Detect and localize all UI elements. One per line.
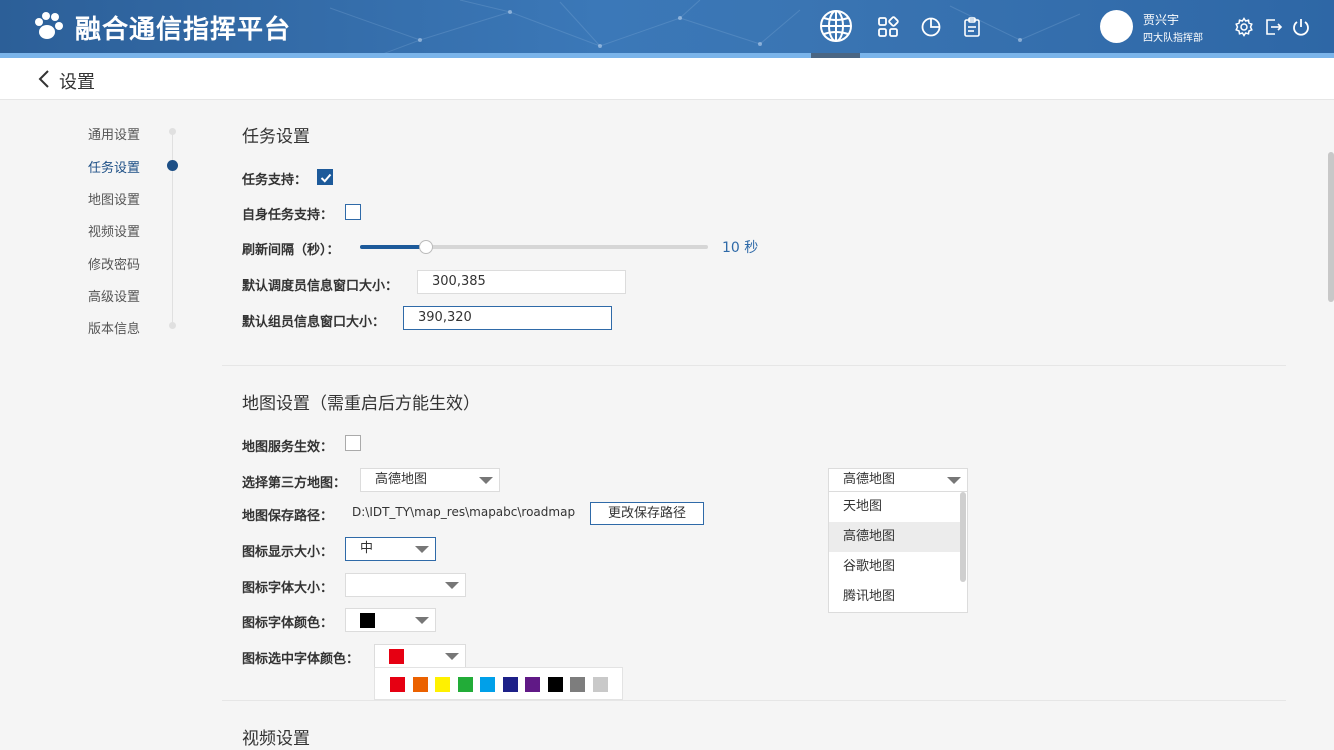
slider-fill <box>360 245 427 249</box>
refresh-interval-value: 10 秒 <box>722 240 759 256</box>
sidebar-item-advanced[interactable]: 高级设置 <box>88 286 140 305</box>
page-scrollbar[interactable] <box>1328 152 1334 302</box>
icon-font-size-select[interactable] <box>345 573 466 597</box>
palette-color-swatch[interactable] <box>570 677 585 692</box>
sidebar-item-version[interactable]: 版本信息 <box>88 318 140 337</box>
power-icon[interactable] <box>1286 12 1316 42</box>
icon-size-select[interactable]: 中 <box>345 537 436 561</box>
checkmark-icon <box>320 173 332 183</box>
globe-icon[interactable] <box>818 8 854 44</box>
icon-font-size-label: 图标字体大小： <box>242 581 334 596</box>
slider-handle[interactable] <box>419 240 434 254</box>
icon-font-color-label: 图标字体颜色： <box>242 616 334 631</box>
refresh-interval-label: 刷新间隔（秒）： <box>242 243 340 258</box>
palette-color-swatch[interactable] <box>435 677 450 692</box>
chevron-down-icon <box>947 477 961 484</box>
sidebar-dot-version <box>169 322 176 329</box>
color-swatch <box>389 649 404 664</box>
apps-grid-icon[interactable] <box>873 12 903 42</box>
task-support-label: 任务支持： <box>242 173 308 188</box>
palette-color-swatch[interactable] <box>502 677 518 692</box>
change-save-path-button[interactable]: 更改保存路径 <box>590 502 704 525</box>
dropdown-option[interactable]: 天地图 <box>829 492 960 522</box>
palette-color-swatch[interactable] <box>480 677 495 692</box>
member-window-size-input[interactable]: 390,320 <box>403 306 612 330</box>
video-section-title: 视频设置 <box>242 729 310 749</box>
sidebar-item-task[interactable]: 任务设置 <box>88 157 140 176</box>
page-header: 设置 <box>0 58 1334 100</box>
task-support-checkbox[interactable] <box>317 169 333 185</box>
section-divider <box>222 365 1286 366</box>
map-provider-value: 高德地图 <box>843 472 896 487</box>
chevron-down-icon <box>445 582 459 589</box>
third-party-map-value: 高德地图 <box>375 472 428 487</box>
palette-color-swatch[interactable] <box>547 677 563 692</box>
pie-chart-icon[interactable] <box>916 12 946 42</box>
chevron-down-icon <box>479 477 493 484</box>
app-title: 融合通信指挥平台 <box>75 15 292 45</box>
top-header: 融合通信指挥平台 贾兴宇 四大队指挥部 <box>0 0 1334 58</box>
chevron-down-icon <box>415 617 429 624</box>
icon-font-color-select[interactable] <box>345 608 436 632</box>
dispatcher-window-size-label: 默认调度员信息窗口大小： <box>242 279 399 294</box>
dispatcher-window-size-input[interactable]: 300,385 <box>417 270 626 294</box>
dropdown-option[interactable]: 高德地图 <box>829 522 960 552</box>
dropdown-scrollbar[interactable] <box>960 492 966 582</box>
avatar[interactable] <box>1100 10 1133 43</box>
sidebar-dot-task-active <box>167 160 178 171</box>
map-provider-select[interactable]: 高德地图 <box>828 468 968 492</box>
palette-color-swatch[interactable] <box>592 677 608 692</box>
user-name: 贾兴宇 <box>1143 13 1180 27</box>
map-service-checkbox[interactable] <box>345 435 361 451</box>
icon-size-value: 中 <box>360 541 374 556</box>
third-party-map-label: 选择第三方地图： <box>242 476 347 491</box>
third-party-map-select[interactable]: 高德地图 <box>360 468 500 492</box>
palette-color-swatch[interactable] <box>390 677 405 692</box>
user-dept: 四大队指挥部 <box>1143 33 1203 44</box>
logout-icon[interactable] <box>1258 12 1288 42</box>
refresh-interval-slider[interactable] <box>360 240 708 254</box>
palette-color-swatch[interactable] <box>412 677 428 692</box>
map-save-path-value: D:\IDT_TY\map_res\mapabc\roadmap <box>352 505 576 519</box>
dropdown-option[interactable]: 腾讯地图 <box>829 582 960 612</box>
icon-size-label: 图标显示大小： <box>242 545 334 560</box>
color-swatch <box>360 613 375 628</box>
task-section-title: 任务设置 <box>242 127 310 147</box>
sidebar-item-map[interactable]: 地图设置 <box>88 189 140 208</box>
sidebar-item-video[interactable]: 视频设置 <box>88 221 140 240</box>
sidebar-item-general[interactable]: 通用设置 <box>88 124 140 143</box>
member-window-size-label: 默认组员信息窗口大小： <box>242 315 386 330</box>
palette-color-swatch[interactable] <box>525 677 540 692</box>
color-palette <box>374 667 623 700</box>
chevron-down-icon <box>415 546 429 553</box>
icon-selected-color-select[interactable] <box>374 644 466 668</box>
chevron-down-icon <box>445 653 459 660</box>
page-title: 设置 <box>59 72 95 93</box>
clipboard-icon[interactable] <box>957 12 987 42</box>
self-task-support-checkbox[interactable] <box>345 204 361 220</box>
gear-icon[interactable] <box>1229 12 1259 42</box>
paw-logo-icon <box>35 12 63 39</box>
section-divider <box>222 700 1286 701</box>
map-service-label: 地图服务生效： <box>242 440 334 455</box>
icon-selected-color-label: 图标选中字体颜色： <box>242 652 360 667</box>
map-section-title: 地图设置（需重启后方能生效） <box>242 394 480 414</box>
self-task-support-label: 自身任务支持： <box>242 208 334 223</box>
palette-color-swatch[interactable] <box>457 677 473 692</box>
sidebar-item-password[interactable]: 修改密码 <box>88 254 140 273</box>
back-arrow-icon[interactable] <box>36 68 54 90</box>
map-provider-dropdown-list: 天地图 高德地图 谷歌地图 腾讯地图 <box>828 491 968 613</box>
map-save-path-label: 地图保存路径： <box>242 509 334 524</box>
dropdown-option[interactable]: 谷歌地图 <box>829 552 960 582</box>
sidebar-dot-general <box>169 128 176 135</box>
